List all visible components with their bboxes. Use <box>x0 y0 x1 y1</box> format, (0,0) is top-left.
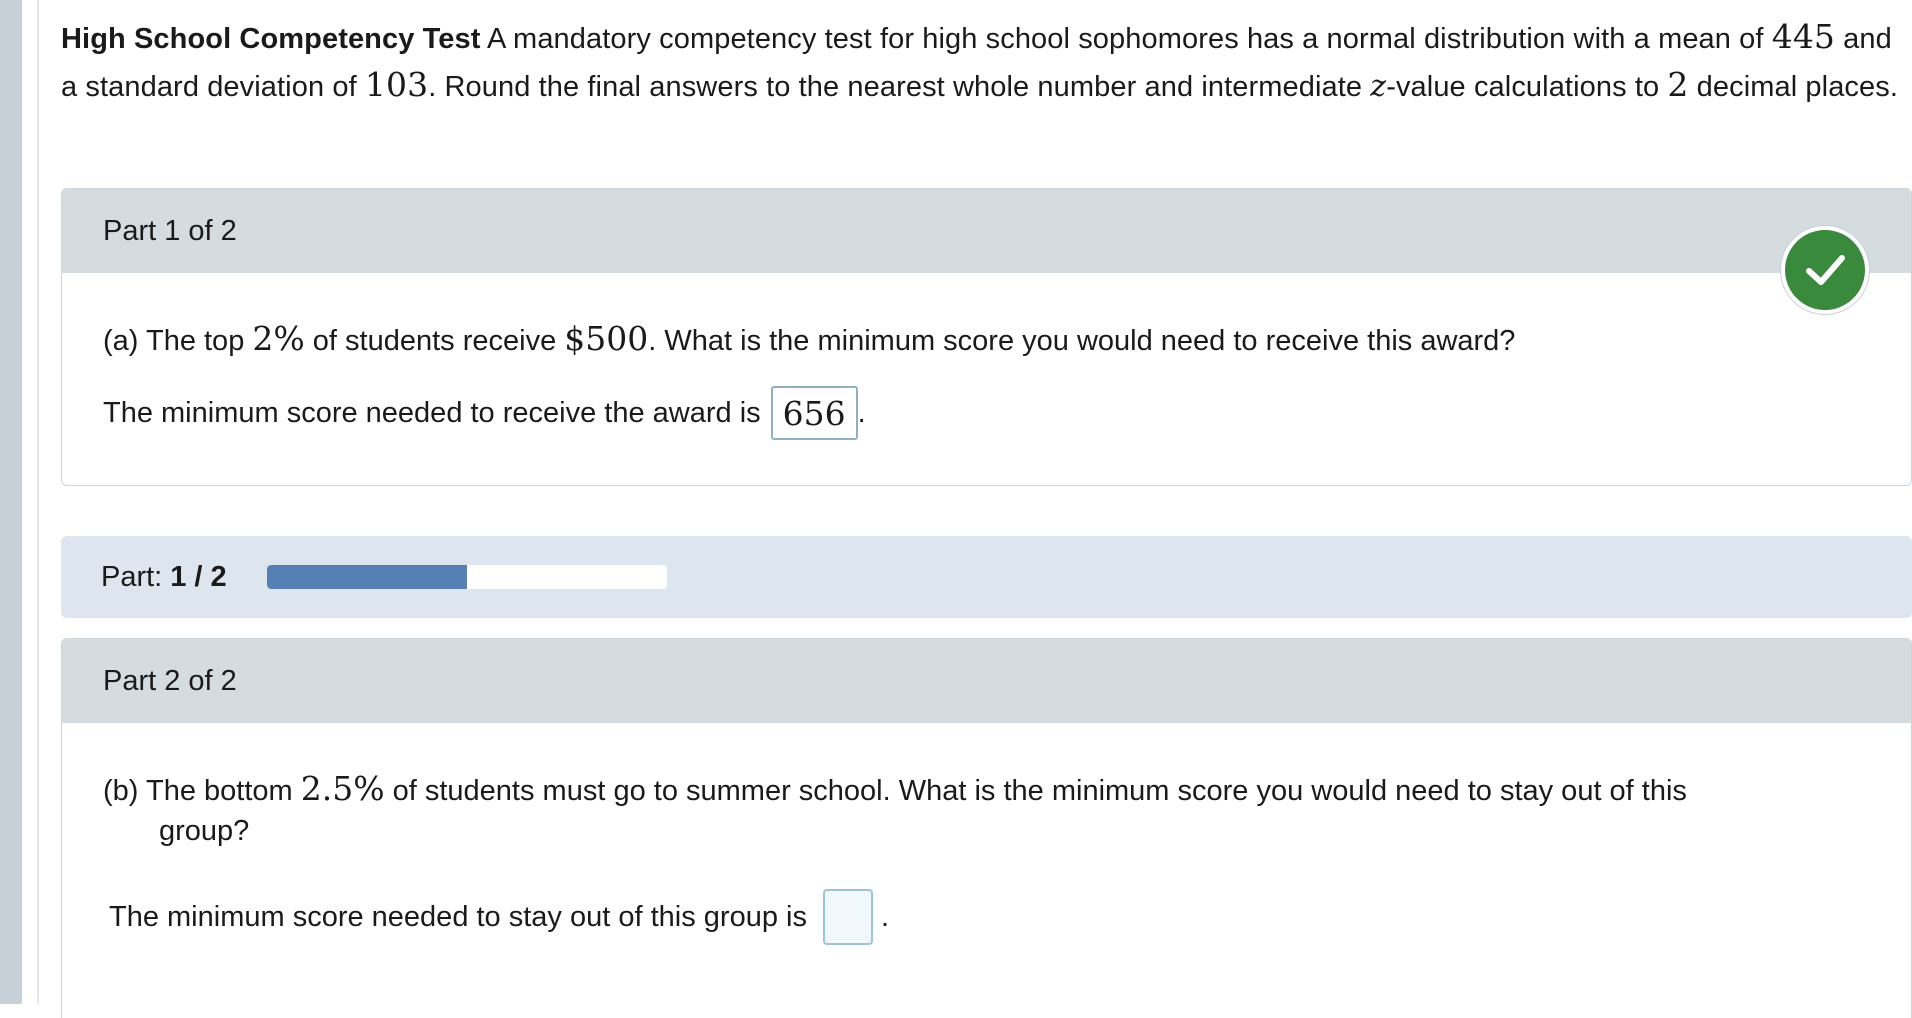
part-progress-band: Part: 1 / 2 <box>61 536 1912 618</box>
part-1-card: Part 1 of 2 (a) The top 2% of students r… <box>61 188 1912 486</box>
part-2-answer-input[interactable] <box>822 889 873 945</box>
progress-bar-fill <box>266 565 467 589</box>
decimal-places-value: 2 <box>1667 65 1689 104</box>
part-1-body: (a) The top 2% of students receive $500.… <box>62 319 1911 440</box>
mean-value: 445 <box>1771 17 1836 56</box>
part-2-answer-row: The minimum score needed to stay out of … <box>103 889 1881 945</box>
sd-value: 103 <box>364 65 429 104</box>
top-percent: 2% <box>252 319 305 358</box>
problem-statement: High School Competency Test A mandatory … <box>61 17 1899 104</box>
progress-label: Part: <box>101 560 163 593</box>
part-2-question: (b) The bottom 2.5% of students must go … <box>103 769 1687 847</box>
bottom-percent: 2.5% <box>300 769 385 808</box>
progress-bar <box>266 565 667 589</box>
award-amount: $500 <box>564 319 649 358</box>
part-2-card: Part 2 of 2 (b) The bottom 2.5% of stude… <box>61 638 1912 1018</box>
correct-check-badge <box>1781 226 1869 314</box>
z-symbol: z <box>1370 69 1387 104</box>
part-1-question: (a) The top 2% of students receive $500.… <box>103 319 1516 358</box>
part-2-header: Part 2 of 2 <box>62 639 1911 723</box>
part-1-answer-box[interactable]: 656 <box>770 386 858 440</box>
part-1-answer-label: The minimum score needed to receive the … <box>103 396 761 429</box>
part-1-answer-row: The minimum score needed to receive the … <box>103 386 1881 440</box>
part-1-header: Part 1 of 2 <box>62 189 1911 273</box>
check-icon <box>1806 255 1845 285</box>
left-rail-divider <box>37 0 39 1004</box>
problem-title: High School Competency Test <box>61 23 481 55</box>
progress-value: 1 / 2 <box>170 560 227 593</box>
part-2-body: (b) The bottom 2.5% of students must go … <box>62 769 1911 945</box>
part-2-answer-label: The minimum score needed to stay out of … <box>109 900 807 933</box>
left-rail <box>0 0 22 1004</box>
